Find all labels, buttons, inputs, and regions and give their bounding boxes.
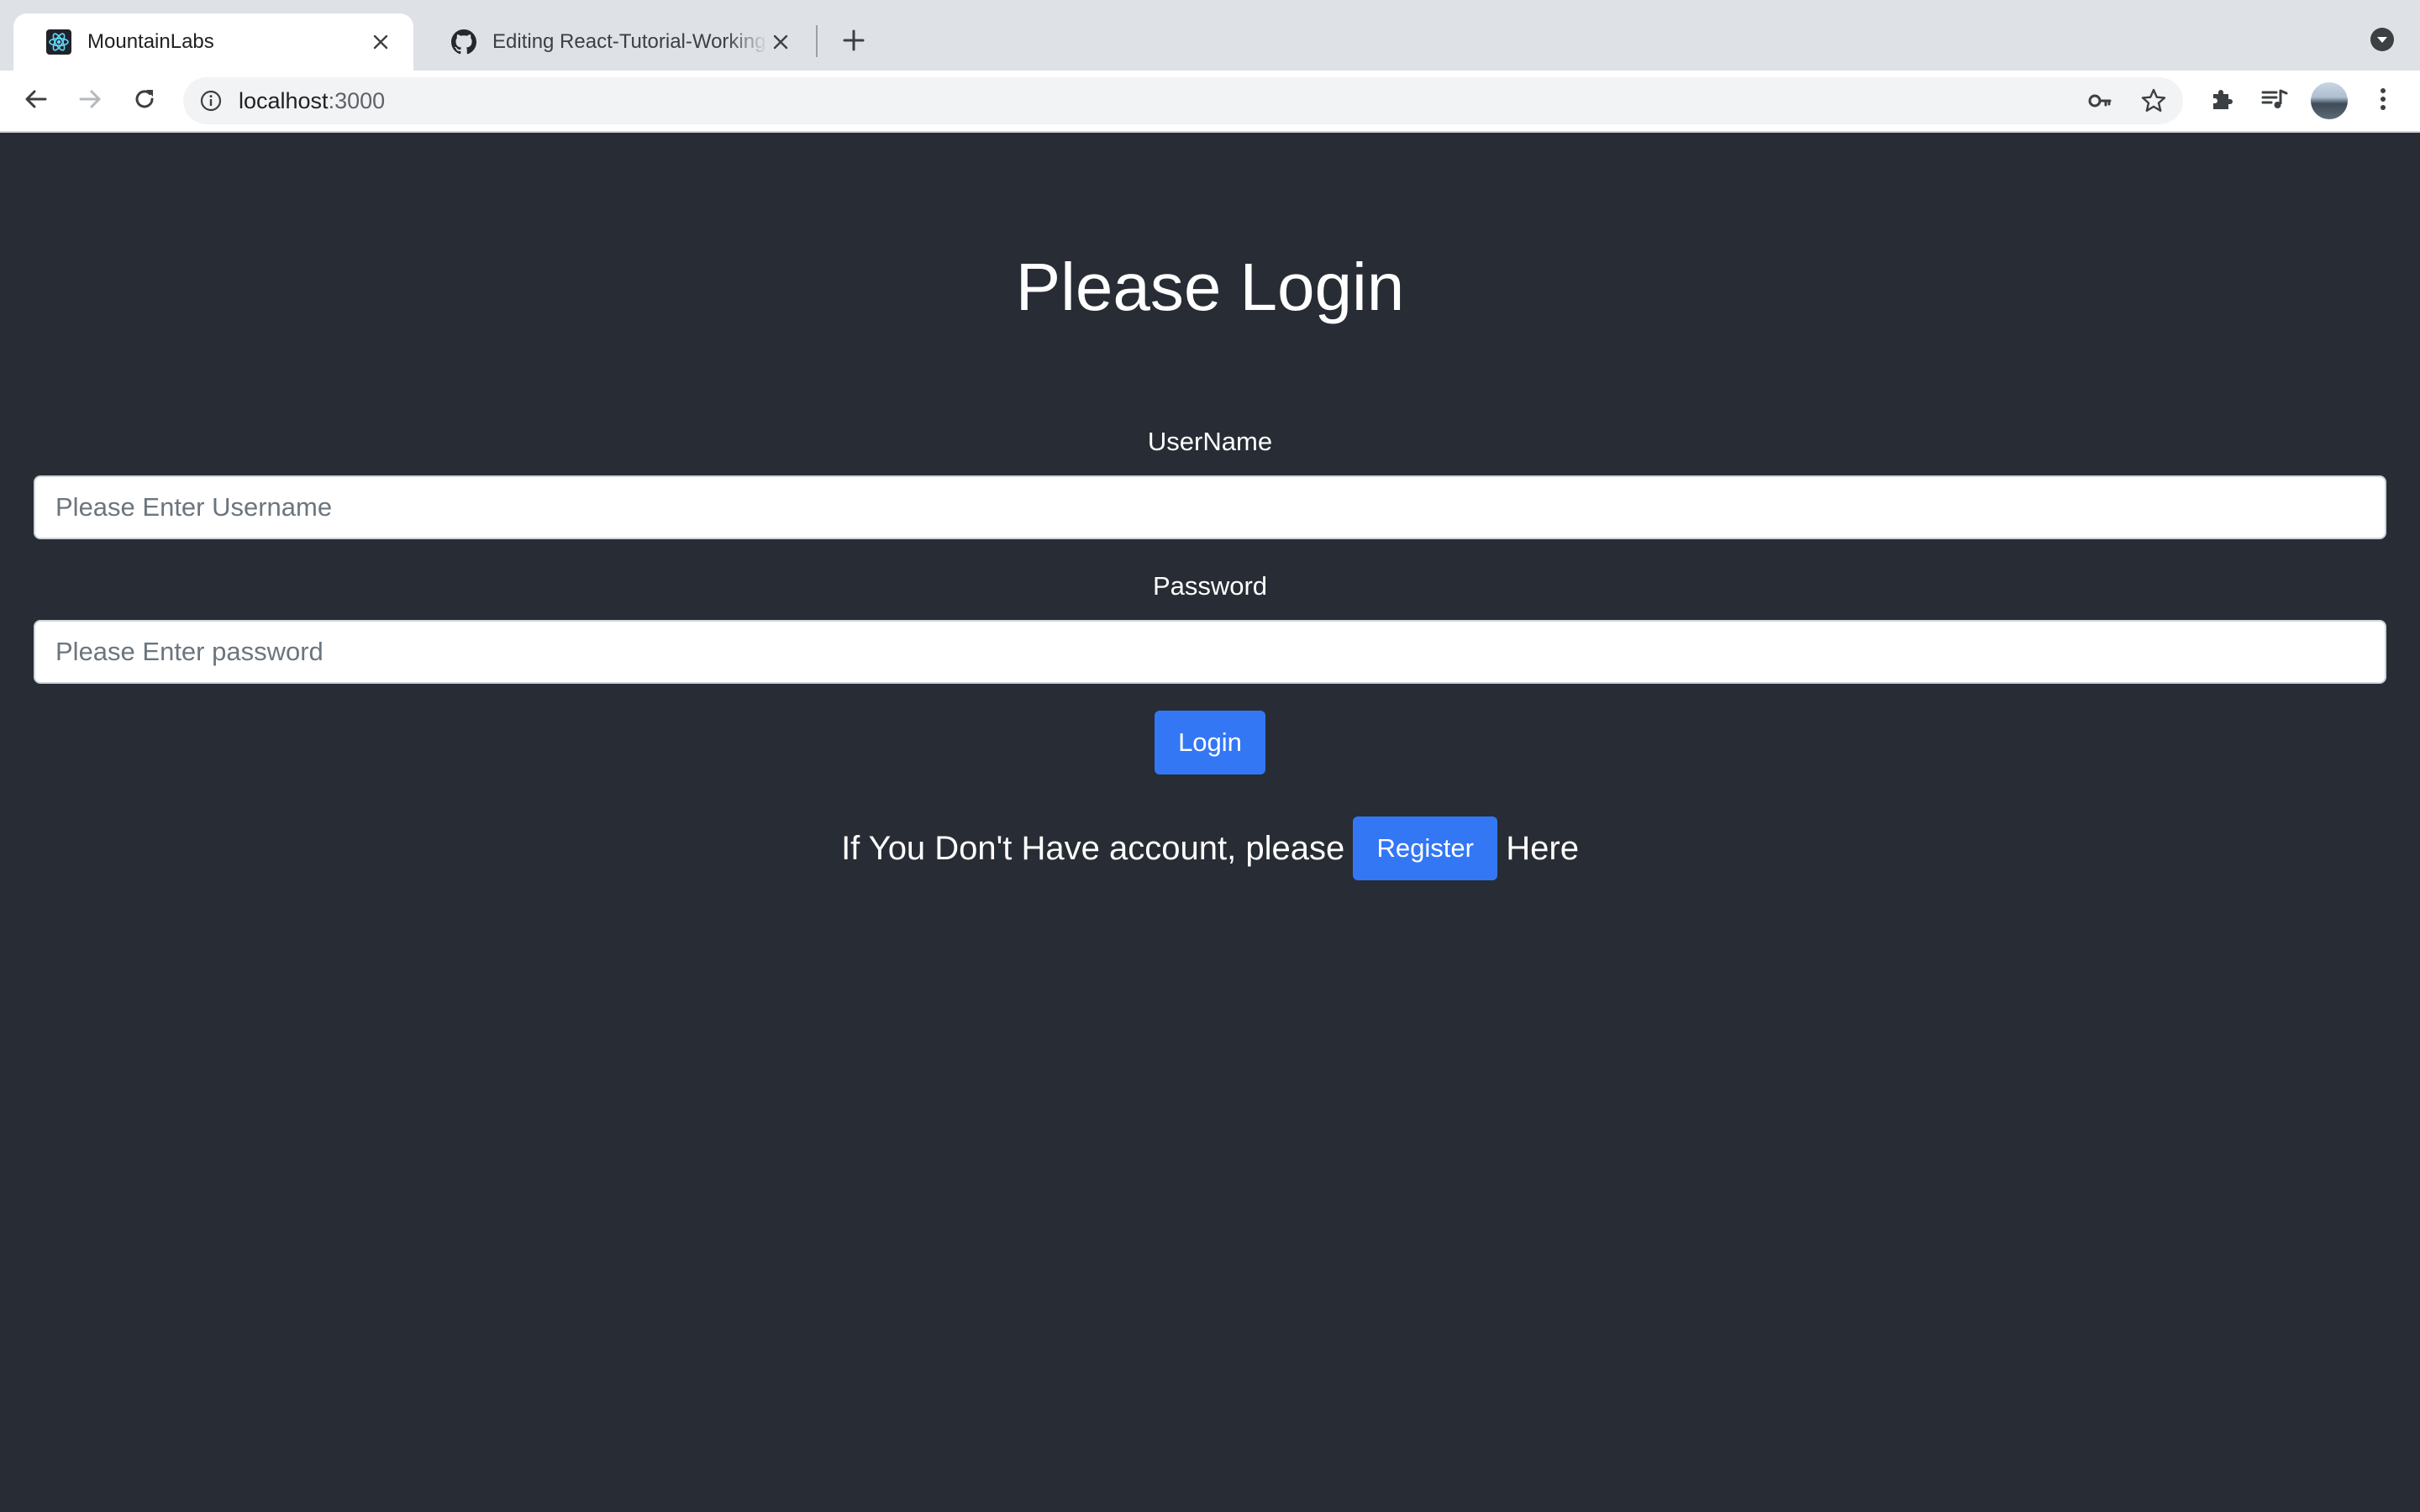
more-vertical-icon xyxy=(2379,86,2387,117)
react-logo-icon xyxy=(45,29,72,55)
tab-title: MountainLabs xyxy=(87,30,214,53)
arrow-left-icon xyxy=(23,86,50,117)
login-button[interactable]: Login xyxy=(1155,711,1265,774)
playlist-music-icon xyxy=(2260,86,2289,117)
puzzle-icon xyxy=(2208,86,2235,117)
key-icon[interactable] xyxy=(2085,86,2115,116)
github-icon xyxy=(450,29,477,55)
tab-search-button[interactable] xyxy=(2368,27,2396,55)
tab-editing-react-tutorial[interactable]: Editing React-Tutorial-Working xyxy=(418,13,813,71)
login-page: Please Login UserName Password Login If … xyxy=(0,133,2420,1512)
browser-menu-button[interactable] xyxy=(2365,82,2402,119)
media-control-button[interactable] xyxy=(2256,82,2293,119)
arrow-right-icon xyxy=(76,86,103,117)
chevron-down-circle-icon xyxy=(2370,27,2395,56)
profile-avatar[interactable] xyxy=(2311,82,2348,119)
info-icon[interactable] xyxy=(198,88,224,113)
reload-icon xyxy=(131,86,158,117)
browser-tab-strip: MountainLabs Editing React-Tutorial-Work… xyxy=(0,0,2420,71)
close-icon[interactable] xyxy=(368,29,393,55)
register-prompt-before: If You Don't Have account, please xyxy=(841,829,1345,867)
username-input[interactable] xyxy=(34,475,2386,539)
forward-button[interactable] xyxy=(71,82,108,119)
extensions-button[interactable] xyxy=(2203,82,2240,119)
password-label: Password xyxy=(1152,571,1268,601)
close-icon[interactable] xyxy=(768,29,793,55)
tab-title: Editing React-Tutorial-Working xyxy=(492,30,766,53)
url-port: :3000 xyxy=(328,88,386,113)
tab-divider xyxy=(816,25,818,57)
register-prompt: If You Don't Have account, please Regist… xyxy=(0,815,2420,882)
page-title: Please Login xyxy=(1015,249,1405,324)
new-tab-button[interactable] xyxy=(837,25,871,59)
register-button[interactable]: Register xyxy=(1353,816,1498,880)
register-prompt-after: Here xyxy=(1506,829,1579,867)
plus-icon xyxy=(842,29,865,56)
url-host: localhost xyxy=(239,88,329,113)
browser-toolbar: localhost:3000 xyxy=(0,71,2420,131)
reload-button[interactable] xyxy=(126,82,163,119)
tab-mountainlabs[interactable]: MountainLabs xyxy=(13,13,413,71)
username-label: UserName xyxy=(1147,427,1273,456)
password-input[interactable] xyxy=(34,620,2386,684)
bookmark-star-icon[interactable] xyxy=(2139,86,2169,116)
address-bar[interactable]: localhost:3000 xyxy=(183,77,2183,124)
url-text: localhost:3000 xyxy=(239,77,385,124)
back-button[interactable] xyxy=(18,82,55,119)
